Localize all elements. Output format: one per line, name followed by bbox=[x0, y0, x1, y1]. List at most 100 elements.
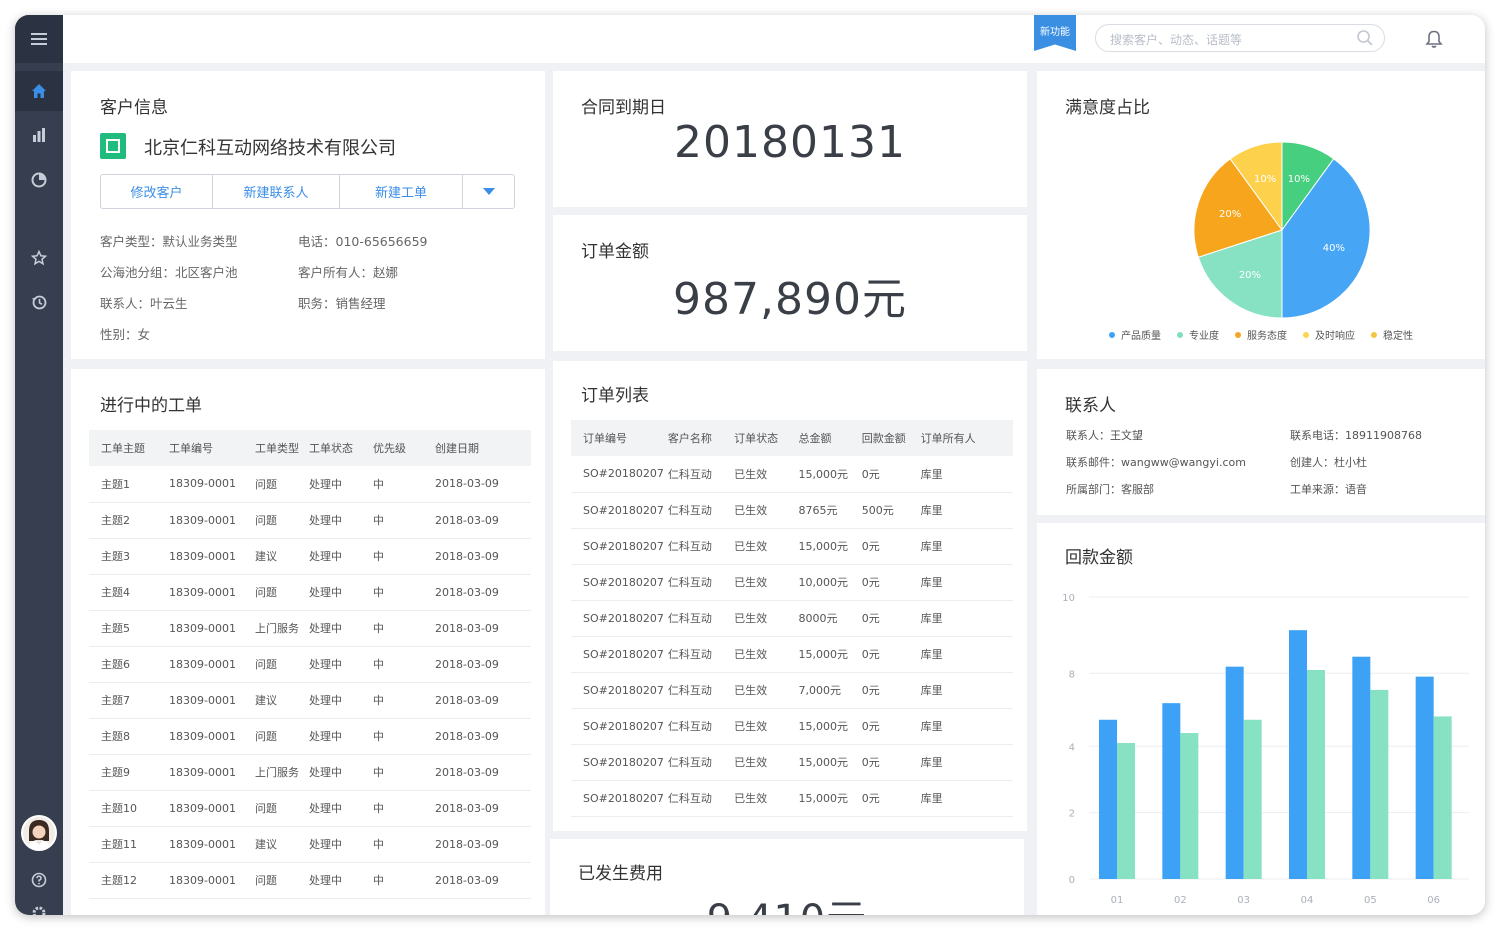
table-cell: 已生效 bbox=[730, 708, 795, 745]
y-tick-label: 10 bbox=[1062, 593, 1075, 604]
table-row[interactable]: SO#20180207 仁科互动 已生效 15,000元 0元 库里 bbox=[571, 456, 1013, 493]
menu-button[interactable] bbox=[15, 15, 63, 63]
table-row[interactable]: 主题9 18309-0001 上门服务 处理中中 2018-03-09 bbox=[89, 754, 531, 791]
table-cell: 0元 bbox=[857, 672, 917, 709]
bar[interactable] bbox=[1117, 742, 1135, 879]
table-row[interactable]: 主题11 18309-0001 建议 处理中中 2018-03-09 bbox=[89, 826, 531, 863]
legend-label: 服务态度 bbox=[1247, 331, 1287, 342]
table-row[interactable]: SO#20180207 仁科互动 已生效 7,000元 0元 库里 bbox=[571, 672, 1013, 709]
column-header[interactable]: 优先级 bbox=[369, 430, 429, 466]
table-cell: 处理中 bbox=[305, 646, 369, 683]
table-cell: 18309-0001 bbox=[159, 862, 241, 899]
table-cell: 0元 bbox=[857, 564, 917, 601]
table-row[interactable]: SO#20180207 仁科互动 已生效 10,000元 0元 库里 bbox=[571, 564, 1013, 601]
table-cell: 库里 bbox=[916, 528, 1013, 565]
table-row[interactable]: 主题2 18309-0001 问题 处理中中 2018-03-09 bbox=[89, 502, 531, 539]
search-input[interactable]: 搜索客户、动态、话题等 bbox=[1095, 24, 1385, 52]
table-cell: 已生效 bbox=[730, 456, 795, 493]
table-row[interactable]: 主题7 18309-0001 建议 处理中中 2018-03-09 bbox=[89, 682, 531, 719]
table-cell: 2018-03-09 bbox=[429, 646, 531, 683]
sidebar-item-reports[interactable] bbox=[15, 115, 63, 155]
column-header[interactable]: 工单类型 bbox=[241, 430, 305, 466]
bar[interactable] bbox=[1289, 630, 1307, 879]
sidebar-item-favorites[interactable] bbox=[15, 238, 63, 278]
table-row[interactable]: SO#20180207 仁科互动 已生效 15,000元 0元 库里 bbox=[571, 708, 1013, 745]
contract-expiry-title: 合同到期日 bbox=[581, 98, 666, 118]
column-header[interactable]: 订单所有人 bbox=[916, 420, 1013, 456]
new-contact-button[interactable]: 新建联系人 bbox=[213, 175, 340, 208]
table-row[interactable]: SO#20180207 仁科互动 已生效 15,000元 0元 库里 bbox=[571, 528, 1013, 565]
table-cell: 中 bbox=[369, 574, 429, 611]
new-ticket-button[interactable]: 新建工单 bbox=[340, 175, 463, 208]
bar[interactable] bbox=[1180, 733, 1199, 879]
bar[interactable] bbox=[1225, 666, 1244, 879]
x-tick-label: 04 bbox=[1301, 895, 1314, 906]
edit-customer-button[interactable]: 修改客户 bbox=[101, 175, 213, 208]
bar[interactable] bbox=[1433, 716, 1452, 879]
table-cell: 仁科互动 bbox=[663, 528, 731, 565]
contract-expiry-value: 20180131 bbox=[674, 117, 906, 168]
column-header[interactable]: 创建日期 bbox=[429, 430, 531, 466]
sidebar-item-home[interactable] bbox=[15, 71, 63, 111]
bar[interactable] bbox=[1352, 656, 1371, 879]
table-row[interactable]: SO#20180207 仁科互动 已生效 15,000元 0元 库里 bbox=[571, 636, 1013, 673]
table-cell: 处理中 bbox=[305, 754, 369, 791]
table-header-row: 工单主题 工单编号 工单类型 工单状态 优先级 创建日期 bbox=[89, 430, 531, 466]
bar[interactable] bbox=[1243, 719, 1262, 879]
table-row[interactable]: SO#20180207 仁科互动 已生效 15,000元 0元 库里 bbox=[571, 780, 1013, 817]
table-cell: 主题1 bbox=[89, 466, 159, 503]
table-row[interactable]: SO#20180207 仁科互动 已生效 8765元 500元 库里 bbox=[571, 492, 1013, 529]
table-cell: 主题11 bbox=[89, 826, 159, 863]
table-cell: SO#20180207 bbox=[571, 780, 664, 817]
bar[interactable] bbox=[1415, 676, 1434, 879]
pie-slice-label: 40% bbox=[1323, 243, 1345, 254]
column-header[interactable]: 工单编号 bbox=[159, 430, 241, 466]
bell-icon[interactable] bbox=[1424, 29, 1444, 49]
search-placeholder: 搜索客户、动态、话题等 bbox=[1110, 33, 1243, 47]
column-header[interactable]: 回款金额 bbox=[857, 420, 917, 456]
table-row[interactable]: 主题1 18309-0001 问题 处理中中 2018-03-09 bbox=[89, 466, 531, 503]
bar[interactable] bbox=[1099, 719, 1117, 879]
column-header[interactable]: 工单状态 bbox=[305, 430, 369, 466]
avatar[interactable] bbox=[21, 815, 57, 851]
sidebar-item-analytics[interactable] bbox=[15, 160, 63, 200]
table-cell: 10,000元 bbox=[794, 564, 858, 601]
sidebar-item-settings[interactable] bbox=[15, 893, 63, 915]
column-header[interactable]: 订单编号 bbox=[571, 420, 664, 456]
table-cell: SO#20180207 bbox=[571, 708, 664, 745]
table-cell: 0元 bbox=[857, 780, 917, 817]
table-row[interactable]: SO#20180207 仁科互动 已生效 8000元 0元 库里 bbox=[571, 600, 1013, 637]
column-header[interactable]: 总金额 bbox=[794, 420, 858, 456]
bar[interactable] bbox=[1370, 689, 1389, 879]
table-cell: 0元 bbox=[857, 744, 917, 781]
bar[interactable] bbox=[1162, 703, 1181, 879]
table-row[interactable]: 主题12 18309-0001 问题 处理中中 2018-03-09 bbox=[89, 862, 531, 899]
column-header[interactable]: 工单主题 bbox=[89, 430, 159, 466]
star-icon bbox=[31, 250, 47, 266]
bar[interactable] bbox=[1307, 669, 1325, 879]
table-row[interactable]: 主题6 18309-0001 问题 处理中中 2018-03-09 bbox=[89, 646, 531, 683]
search-icon[interactable] bbox=[1356, 29, 1374, 47]
y-tick-label: 0 bbox=[1069, 875, 1075, 886]
column-header[interactable]: 订单状态 bbox=[730, 420, 795, 456]
sidebar-item-history[interactable] bbox=[15, 282, 63, 322]
table-row[interactable]: 主题5 18309-0001 上门服务 处理中中 2018-03-09 bbox=[89, 610, 531, 647]
table-row[interactable]: SO#20180207 仁科互动 已生效 15,000元 0元 库里 bbox=[571, 744, 1013, 781]
table-row[interactable]: 主题3 18309-0001 建议 处理中中 2018-03-09 bbox=[89, 538, 531, 575]
new-feature-badge[interactable]: 新功能 bbox=[1034, 15, 1076, 51]
table-cell: 建议 bbox=[241, 538, 305, 575]
table-cell: 库里 bbox=[916, 564, 1013, 601]
table-cell: 库里 bbox=[916, 492, 1013, 529]
table-row[interactable]: 主题10 18309-0001 问题 处理中中 2018-03-09 bbox=[89, 790, 531, 827]
table-cell: 18309-0001 bbox=[159, 790, 241, 827]
table-cell: 2018-03-09 bbox=[429, 466, 531, 503]
table-cell: 已生效 bbox=[730, 492, 795, 529]
column-header[interactable]: 客户名称 bbox=[663, 420, 731, 456]
more-actions-dropdown[interactable] bbox=[463, 175, 514, 208]
company-name: 北京仁科互动网络技术有限公司 bbox=[144, 138, 396, 159]
table-row[interactable]: 主题8 18309-0001 问题 处理中中 2018-03-09 bbox=[89, 718, 531, 755]
table-cell: 已生效 bbox=[730, 636, 795, 673]
pie-slice-label: 20% bbox=[1239, 270, 1261, 281]
table-row[interactable]: 主题4 18309-0001 问题 处理中中 2018-03-09 bbox=[89, 574, 531, 611]
table-cell: 处理中 bbox=[305, 466, 369, 503]
